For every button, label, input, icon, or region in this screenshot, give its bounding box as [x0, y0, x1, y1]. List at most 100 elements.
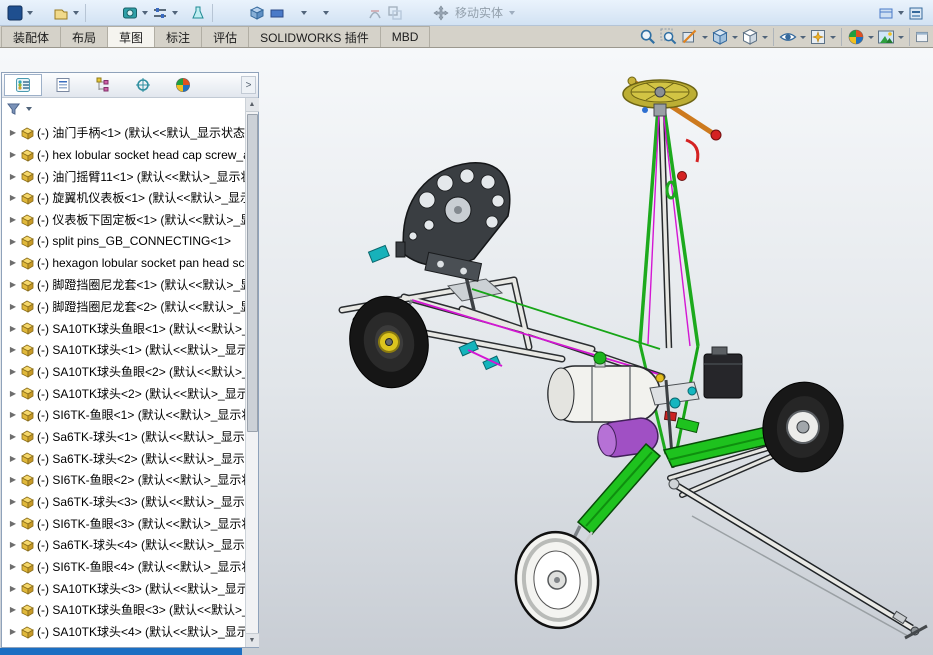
expand-arrow-icon[interactable]: ▶ — [7, 367, 19, 376]
expand-arrow-icon[interactable]: ▶ — [7, 258, 19, 267]
view-settings-icon[interactable] — [808, 27, 828, 47]
expand-arrow-icon[interactable]: ▶ — [7, 584, 19, 593]
expand-arrow-icon[interactable]: ▶ — [7, 497, 19, 506]
expand-arrow-icon[interactable]: ▶ — [7, 193, 19, 202]
dropdown-caret-icon[interactable] — [868, 36, 874, 39]
zoom-fit-icon[interactable] — [638, 27, 658, 47]
expand-arrow-icon[interactable]: ▶ — [7, 432, 19, 441]
expand-arrow-icon[interactable]: ▶ — [7, 389, 19, 398]
front-wheel[interactable] — [511, 528, 603, 632]
expand-arrow-icon[interactable]: ▶ — [7, 627, 19, 636]
dropdown-caret-icon[interactable] — [27, 11, 33, 15]
panel-expand-button[interactable]: > — [241, 76, 256, 94]
trim-entities-icon[interactable] — [365, 3, 385, 23]
configurationmanager-tab[interactable] — [84, 74, 122, 96]
graphics-viewport[interactable] — [262, 48, 933, 655]
dropdown-caret-icon[interactable] — [172, 11, 178, 15]
zoom-area-icon[interactable] — [659, 27, 679, 47]
expand-arrow-icon[interactable]: ▶ — [7, 150, 19, 159]
tab-annotation[interactable]: 标注 — [154, 26, 202, 47]
tree-item[interactable]: ▶ (-) hex lobular socket head cap screw_… — [7, 144, 245, 166]
filter-caret-icon[interactable] — [26, 107, 32, 111]
dimxpertmanager-tab[interactable] — [124, 74, 162, 96]
tree-item[interactable]: ▶ (-) SA10TK球头<2> (默认<<默认>_显示状态 1>) — [7, 382, 245, 404]
partial-right-icon-1[interactable] — [876, 3, 896, 23]
view-orientation-icon[interactable] — [710, 27, 730, 47]
partial-right-icon-2[interactable] — [906, 3, 926, 23]
tab-evaluate[interactable]: 评估 — [201, 26, 249, 47]
tree-item[interactable]: ▶ (-) 油门手柄<1> (默认<<默认_显示状态 1>) — [7, 122, 245, 144]
tree-item[interactable]: ▶ (-) 仪表板下固定板<1> (默认<<默认>_显示状态 1>) — [7, 209, 245, 231]
dropdown-caret-icon[interactable] — [702, 36, 708, 39]
evaluate-flask-icon[interactable] — [188, 3, 208, 23]
scroll-up-arrow-icon[interactable]: ▲ — [246, 98, 259, 112]
move-entities-group[interactable]: 移动实体 — [431, 3, 517, 23]
tree-item[interactable]: ▶ (-) 脚蹬挡圈尼龙套<1> (默认<<默认>_显示状态 1>) — [7, 274, 245, 296]
tree-item[interactable]: ▶ (-) SI6TK-鱼眼<4> (默认<<默认>_显示状态 1>) — [7, 556, 245, 578]
dropdown-caret-icon[interactable] — [301, 11, 307, 15]
dropdown-caret-icon[interactable] — [830, 36, 836, 39]
scrollbar-thumb[interactable] — [247, 114, 258, 432]
window-icon[interactable] — [914, 27, 930, 47]
appearance-icon[interactable] — [846, 27, 866, 47]
expand-arrow-icon[interactable]: ▶ — [7, 215, 19, 224]
tab-layout[interactable]: 布局 — [60, 26, 108, 47]
expand-arrow-icon[interactable]: ▶ — [7, 172, 19, 181]
battery-box[interactable] — [704, 347, 742, 398]
expand-arrow-icon[interactable]: ▶ — [7, 280, 19, 289]
tree-item[interactable]: ▶ (-) SA10TK球头<4> (默认<<默认>_显示状态 1>) — [7, 621, 245, 643]
section-view-icon[interactable] — [680, 27, 700, 47]
dropdown-caret-icon[interactable] — [898, 36, 904, 39]
tree-item[interactable]: ▶ (-) Sa6TK-球头<3> (默认<<默认>_显示状态 1>) — [7, 491, 245, 513]
tree-item[interactable]: ▶ (-) SI6TK-鱼眼<1> (默认<<默认>_显示状态 1>) — [7, 404, 245, 426]
expand-arrow-icon[interactable]: ▶ — [7, 128, 19, 137]
propertymanager-tab[interactable] — [44, 74, 82, 96]
expand-arrow-icon[interactable]: ▶ — [7, 345, 19, 354]
blue-cube-icon[interactable] — [247, 3, 267, 23]
expand-arrow-icon[interactable]: ▶ — [7, 454, 19, 463]
dropdown-caret-icon[interactable] — [800, 36, 806, 39]
hide-show-items-icon[interactable] — [778, 27, 798, 47]
expand-arrow-icon[interactable]: ▶ — [7, 540, 19, 549]
tab-mbd[interactable]: MBD — [380, 26, 431, 47]
expand-arrow-icon[interactable]: ▶ — [7, 562, 19, 571]
tree-item[interactable]: ▶ (-) SA10TK球头<3> (默认<<默认>_显示状态 1>) — [7, 577, 245, 599]
tree-item[interactable]: ▶ (-) SA10TK球头鱼眼<2> (默认<<默认>_显示状态 1>) — [7, 361, 245, 383]
expand-arrow-icon[interactable]: ▶ — [7, 605, 19, 614]
tab-solidworks-addins[interactable]: SOLIDWORKS 插件 — [248, 26, 381, 47]
rotor-head[interactable] — [623, 77, 721, 140]
slider-tool-icon[interactable] — [150, 3, 170, 23]
convert-entities-icon[interactable] — [385, 3, 405, 23]
tree-scrollbar[interactable]: ▲ ▼ — [245, 98, 258, 647]
expand-arrow-icon[interactable]: ▶ — [7, 519, 19, 528]
tree-item[interactable]: ▶ (-) Sa6TK-球头<2> (默认<<默认>_显示状态 1>) — [7, 447, 245, 469]
tree-item[interactable]: ▶ (-) split pins_GB_CONNECTING<1> — [7, 230, 245, 252]
dropdown-caret-icon[interactable] — [762, 36, 768, 39]
sketch-tool-icon[interactable] — [120, 3, 140, 23]
dropdown-caret-icon[interactable] — [898, 11, 904, 15]
tab-assembly[interactable]: 装配体 — [1, 26, 61, 47]
application-menu-icon[interactable] — [5, 3, 25, 23]
dropdown-caret-icon[interactable] — [509, 11, 515, 15]
featuremanager-tab[interactable] — [4, 74, 42, 96]
dropdown-caret-icon[interactable] — [732, 36, 738, 39]
dropdown-caret-icon[interactable] — [323, 11, 329, 15]
display-style-icon[interactable] — [740, 27, 760, 47]
scroll-down-arrow-icon[interactable]: ▼ — [246, 633, 259, 647]
expand-arrow-icon[interactable]: ▶ — [7, 410, 19, 419]
open-document-icon[interactable] — [51, 3, 71, 23]
tree-item[interactable]: ▶ (-) 旋翼机仪表板<1> (默认<<默认>_显示状态 1>) — [7, 187, 245, 209]
right-wheel[interactable] — [757, 377, 849, 477]
expand-arrow-icon[interactable]: ▶ — [7, 324, 19, 333]
tree-item[interactable]: ▶ (-) SA10TK球头鱼眼<3> (默认<<默认>_显示状态 1>) — [7, 599, 245, 621]
dropdown-caret-icon[interactable] — [73, 11, 79, 15]
tab-sketch[interactable]: 草图 — [107, 26, 155, 47]
tow-bar[interactable] — [669, 479, 927, 638]
displaymanager-tab[interactable] — [164, 74, 202, 96]
tree-item[interactable]: ▶ (-) 油门摇臂11<1> (默认<<默认>_显示状态 1>) — [7, 165, 245, 187]
assembly-model[interactable] — [341, 77, 927, 638]
tree-item[interactable]: ▶ (-) hexagon lobular socket pan head sc… — [7, 252, 245, 274]
expand-arrow-icon[interactable]: ▶ — [7, 237, 19, 246]
blue-plate-icon[interactable] — [267, 3, 287, 23]
tree-item[interactable]: ▶ (-) SA10TK球头鱼眼<1> (默认<<默认>_显示状态 1>) — [7, 317, 245, 339]
